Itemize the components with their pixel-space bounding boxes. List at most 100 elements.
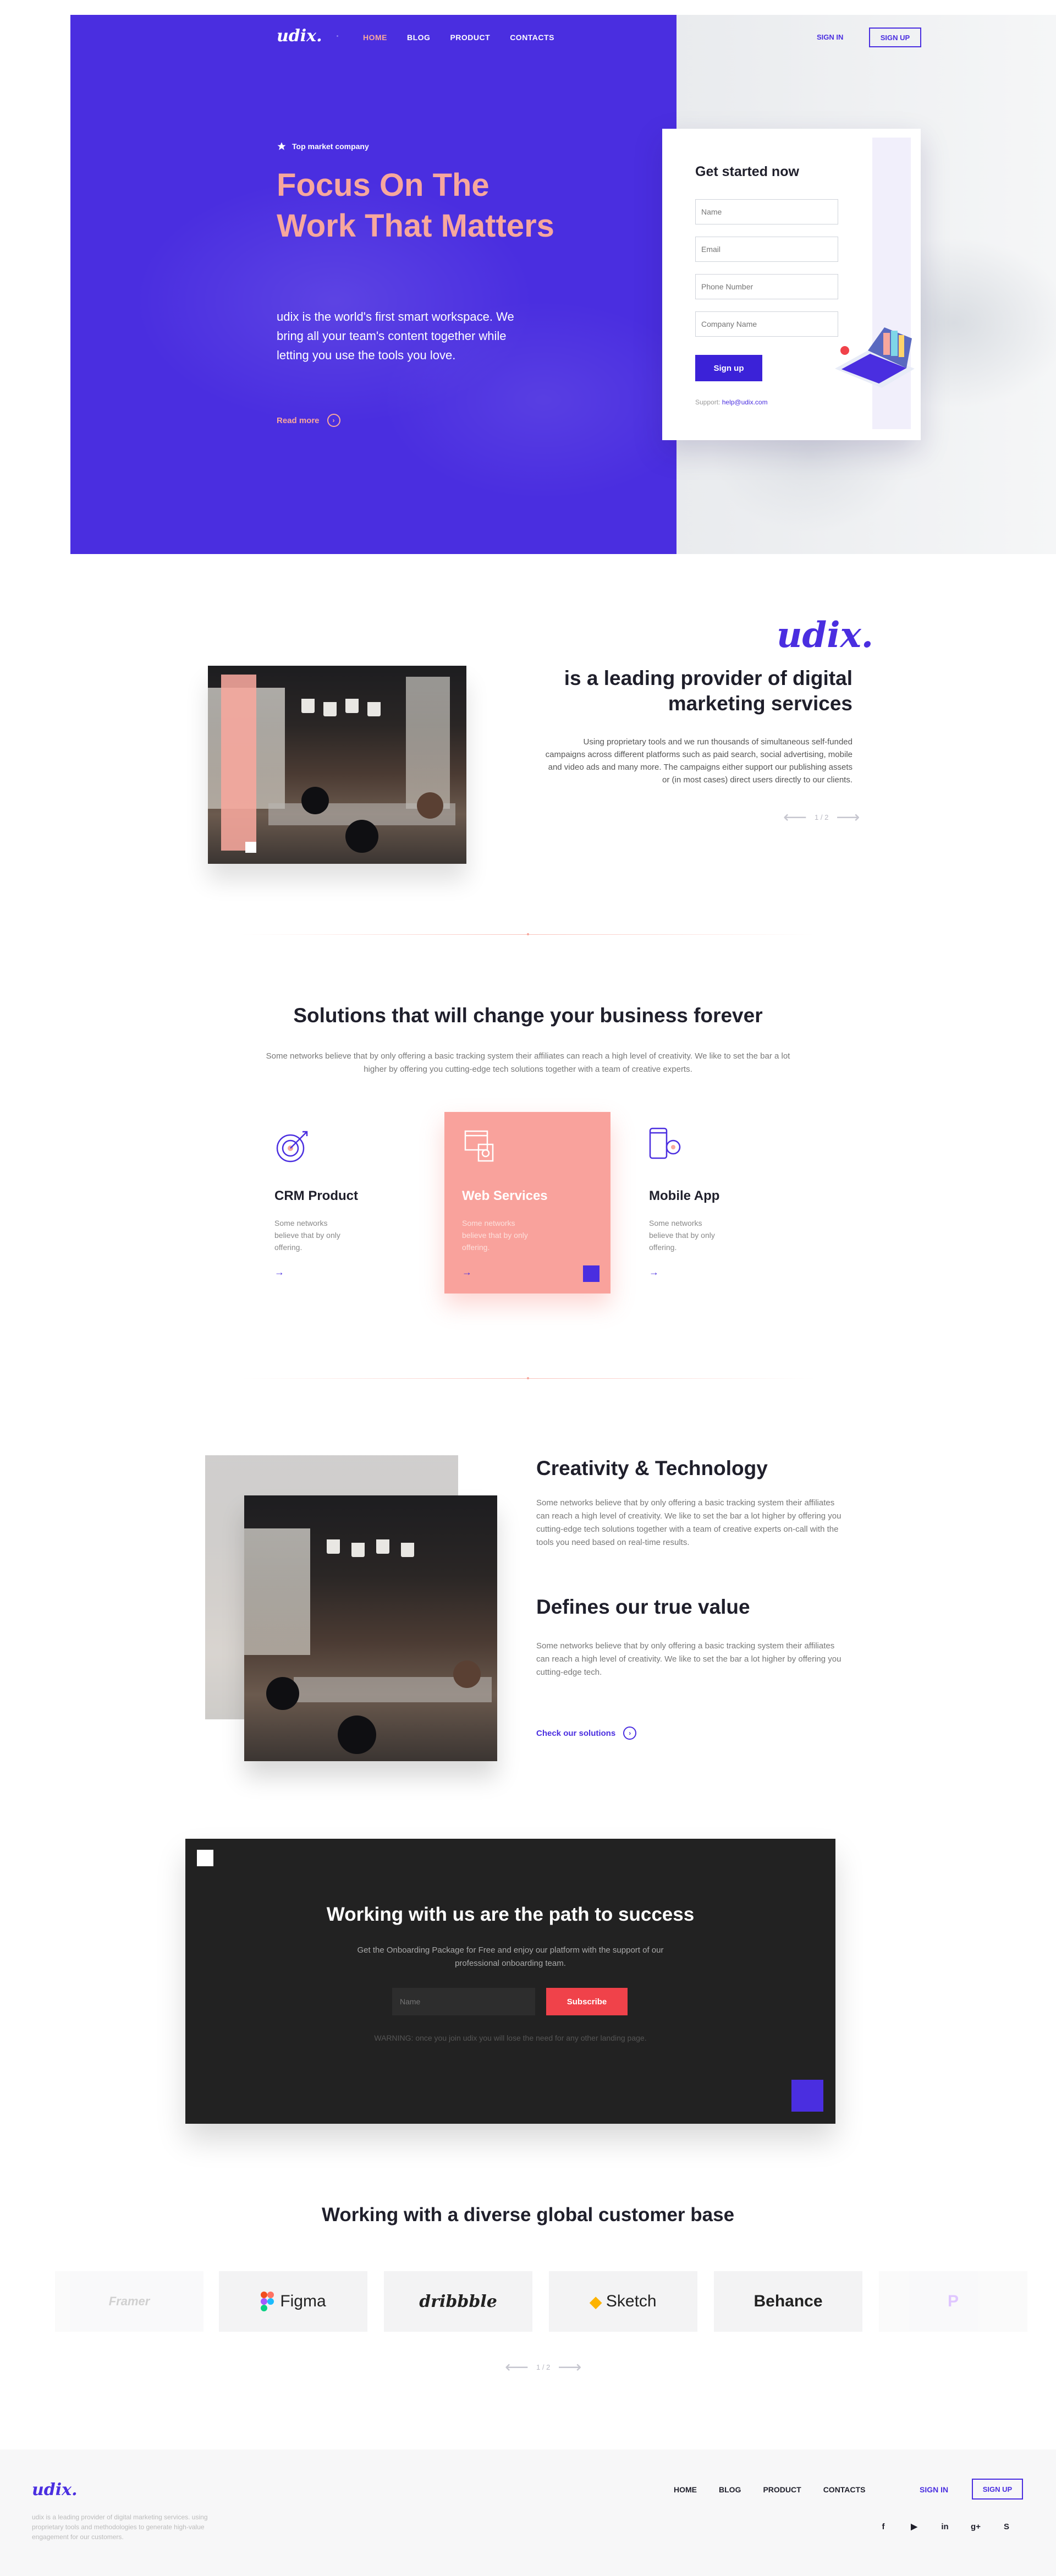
cta-warning: WARNING: once you join udix you will los… — [374, 2034, 647, 2042]
about-title: is a leading provider of digital marketi… — [564, 667, 853, 715]
white-accent-square — [245, 842, 256, 853]
card-mobile-title: Mobile App — [649, 1188, 720, 1203]
solutions-title: Solutions that will change your business… — [293, 1004, 763, 1027]
company-input[interactable] — [695, 311, 838, 337]
footer-nav: HOME BLOG PRODUCT CONTACTS — [674, 2485, 865, 2494]
hero-badge: Top market company — [277, 141, 369, 151]
figma-label: Figma — [280, 2292, 326, 2310]
form-title: Get started now — [695, 164, 799, 179]
divider-dot — [527, 933, 529, 935]
name-input[interactable] — [695, 199, 838, 224]
email-input[interactable] — [695, 237, 838, 262]
star-icon — [277, 142, 286, 150]
card-crm-arrow-icon[interactable]: → — [274, 1267, 284, 1278]
card-web-title: Web Services — [462, 1188, 548, 1203]
read-more-label: Read more — [277, 415, 320, 425]
youtube-icon[interactable]: ▶ — [909, 2521, 920, 2532]
sketch-icon: ◆ — [590, 2293, 602, 2310]
arrow-right-icon[interactable]: ⟶ — [558, 2358, 581, 2377]
target-icon — [276, 1131, 308, 1163]
footer-blog[interactable]: BLOG — [719, 2485, 741, 2494]
solutions-description: Some networks believe that by only offer… — [266, 1051, 790, 1074]
hero-background-mountains — [70, 15, 703, 554]
nav-separator — [337, 35, 338, 37]
cta-name-input[interactable] — [392, 1988, 535, 2015]
check-solutions-label: Check our solutions — [536, 1728, 616, 1738]
card-crm-desc: Some networks believe that by only offer… — [274, 1219, 340, 1252]
card-web-arrow-icon[interactable]: → — [462, 1267, 472, 1278]
hero-description: udix is the world's first smart workspac… — [277, 310, 514, 362]
nav-product[interactable]: PRODUCT — [450, 33, 490, 42]
client-logo-sketch: ◆ Sketch — [549, 2271, 697, 2332]
laptop-illustration-icon — [835, 327, 915, 388]
office-photo-front — [244, 1495, 497, 1761]
footer-description: udix is a leading provider of digital ma… — [32, 2513, 208, 2541]
social-links: f ▶ in g+ S — [878, 2521, 1012, 2532]
client-logo-dribbble: dribbble — [384, 2271, 532, 2332]
client-logo-framer: Framer — [55, 2271, 204, 2332]
footer-product[interactable]: PRODUCT — [763, 2485, 801, 2494]
client-logo-figma: Figma — [219, 2271, 367, 2332]
phone-input[interactable] — [695, 274, 838, 299]
support-line: Support: help@udix.com — [695, 398, 768, 406]
client-logo-behance: Behance — [714, 2271, 862, 2332]
nav-contacts[interactable]: CONTACTS — [510, 33, 554, 42]
signin-link[interactable]: SIGN IN — [817, 33, 843, 41]
white-accent-square — [197, 1850, 213, 1866]
google-plus-icon[interactable]: g+ — [970, 2521, 981, 2532]
skype-icon[interactable]: S — [1001, 2521, 1012, 2532]
linkedin-icon[interactable]: in — [939, 2521, 950, 2532]
footer-signin-link[interactable]: SIGN IN — [920, 2485, 948, 2494]
cta-title: Working with us are the path to success — [326, 1904, 695, 1925]
about-description: Using proprietary tools and we run thous… — [545, 737, 853, 785]
divider-dot — [527, 1377, 529, 1379]
main-nav: HOME BLOG PRODUCT CONTACTS — [363, 33, 554, 42]
nav-home[interactable]: HOME — [363, 33, 387, 42]
card-mobile-desc: Some networks believe that by only offer… — [649, 1219, 715, 1252]
clients-pager: 1 / 2 — [536, 2363, 551, 2371]
clients-title: Working with a diverse global customer b… — [321, 2204, 735, 2226]
about-slider-controls: ⟵ 1 / 2 ⟶ — [783, 808, 860, 827]
about-pager: 1 / 2 — [815, 813, 829, 821]
landing-page: udix. HOME BLOG PRODUCT CONTACTS SIGN IN… — [0, 0, 1056, 2576]
support-email[interactable]: help@udix.com — [722, 398, 768, 406]
signup-button[interactable]: SIGN UP — [869, 28, 921, 47]
arrow-right-icon: › — [623, 1727, 637, 1740]
hero-title: Focus On The Work That Matters — [277, 167, 554, 244]
card-crm-title: CRM Product — [274, 1188, 358, 1203]
value-title: Defines our true value — [536, 1596, 750, 1618]
mobile-app-icon — [649, 1127, 681, 1159]
nav-blog[interactable]: BLOG — [407, 33, 430, 42]
read-more-link[interactable]: Read more › — [277, 414, 340, 427]
check-solutions-link[interactable]: Check our solutions › — [536, 1727, 637, 1740]
blue-accent-square — [583, 1265, 600, 1282]
cta-description: Get the Onboarding Package for Free and … — [357, 1945, 664, 1968]
client-logo-partial: P — [879, 2271, 1027, 2332]
arrow-left-icon[interactable]: ⟵ — [783, 808, 807, 827]
arrow-left-icon[interactable]: ⟵ — [505, 2358, 529, 2377]
arrow-right-icon[interactable]: ⟶ — [836, 808, 860, 827]
creativity-text: Some networks believe that by only offer… — [536, 1498, 842, 1547]
blue-accent-square — [791, 2080, 823, 2112]
cta-section — [185, 1839, 835, 2124]
pink-accent-block — [221, 675, 256, 851]
nav-logo[interactable]: udix. — [277, 26, 322, 46]
value-text: Some networks believe that by only offer… — [536, 1641, 842, 1677]
subscribe-button[interactable]: Subscribe — [546, 1988, 628, 2015]
clients-slider-controls: ⟵ 1 / 2 ⟶ — [505, 2358, 581, 2377]
footer-contacts[interactable]: CONTACTS — [823, 2485, 866, 2494]
footer-logo[interactable]: udix. — [32, 2480, 78, 2500]
hero-badge-label: Top market company — [292, 142, 369, 151]
about-logo: udix. — [777, 615, 874, 656]
sketch-label: Sketch — [606, 2292, 657, 2310]
web-services-icon — [464, 1130, 494, 1162]
support-label: Support: — [695, 398, 721, 406]
figma-icon — [261, 2292, 274, 2311]
facebook-icon[interactable]: f — [878, 2521, 889, 2532]
footer-home[interactable]: HOME — [674, 2485, 697, 2494]
card-mobile-arrow-icon[interactable]: → — [649, 1267, 659, 1278]
creativity-title: Creativity & Technology — [536, 1457, 768, 1479]
form-signup-button[interactable]: Sign up — [695, 355, 762, 381]
footer-signup-button[interactable]: SIGN UP — [972, 2479, 1023, 2500]
card-web-desc: Some networks believe that by only offer… — [462, 1219, 528, 1252]
